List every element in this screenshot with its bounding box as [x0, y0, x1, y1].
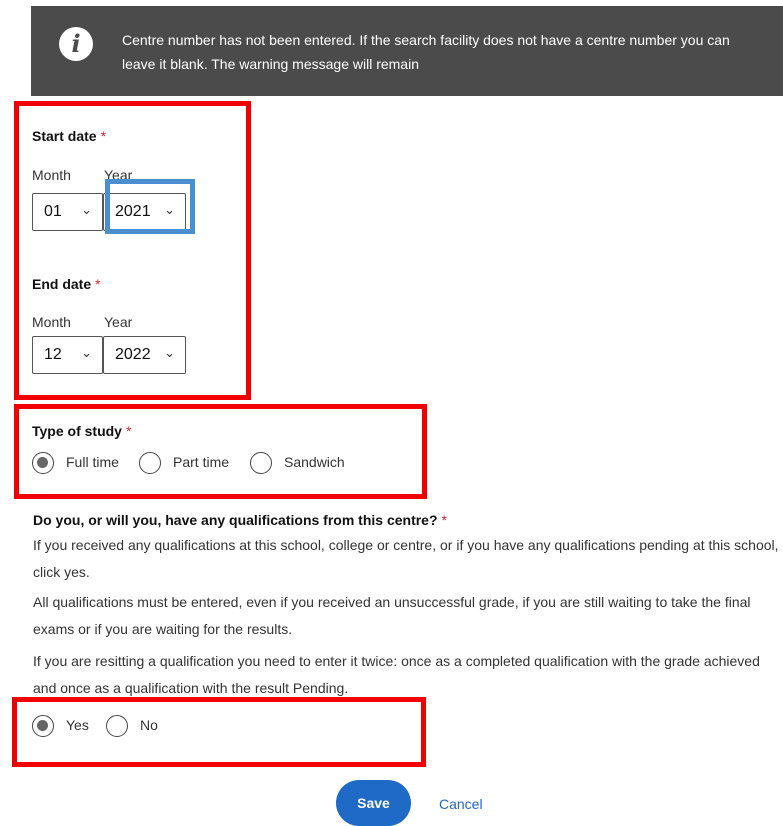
cancel-link[interactable]: Cancel [439, 796, 483, 812]
required-mark: * [125, 423, 132, 439]
start-year-label: Year [104, 167, 133, 183]
start-month-value: 01 [44, 203, 62, 220]
end-year-value: 2022 [115, 346, 151, 363]
start-year-select[interactable]: 2021 ⌄ [103, 193, 186, 231]
end-date-label-text: End date [32, 276, 92, 292]
end-year-label: Year [104, 314, 133, 330]
radio-sandwich-label: Sandwich [284, 454, 345, 470]
radio-sandwich[interactable] [250, 452, 272, 474]
chevron-down-icon: ⌄ [164, 202, 175, 217]
info-icon: i [59, 27, 93, 61]
start-month-select[interactable]: 01 ⌄ [32, 193, 103, 231]
required-mark: * [95, 276, 101, 292]
end-month-label: Month [32, 314, 71, 330]
required-mark: * [441, 512, 447, 528]
chevron-down-icon: ⌄ [81, 202, 92, 217]
start-date-label: Start date * [32, 128, 106, 144]
radio-full-time[interactable] [32, 452, 54, 474]
start-year-value: 2021 [115, 203, 151, 220]
qualifications-help-1: If you received any qualifications at th… [33, 537, 779, 580]
chevron-down-icon: ⌄ [81, 345, 92, 360]
end-date-label: End date * [32, 276, 101, 292]
qualifications-question-text: Do you, or will you, have any qualificat… [33, 512, 438, 528]
end-month-select[interactable]: 12 ⌄ [32, 336, 103, 374]
start-date-label-text: Start date [32, 128, 97, 144]
save-button[interactable]: Save [336, 780, 411, 826]
type-of-study-label: Type of study * [32, 423, 131, 439]
highlight-study-box [14, 404, 427, 499]
qualifications-question: Do you, or will you, have any qualificat… [33, 512, 447, 528]
start-month-label: Month [32, 167, 71, 183]
radio-no-label: No [140, 717, 158, 733]
radio-part-time[interactable] [139, 452, 161, 474]
banner-message: Centre number has not been entered. If t… [122, 32, 730, 72]
warning-banner: i Centre number has not been entered. If… [31, 6, 783, 96]
type-of-study-label-text: Type of study [32, 423, 122, 439]
radio-yes-label: Yes [66, 717, 89, 733]
radio-part-time-label: Part time [173, 454, 230, 470]
radio-full-time-label: Full time [66, 454, 119, 470]
required-mark: * [100, 128, 107, 144]
qualifications-help-3: If you are resitting a qualification you… [33, 653, 760, 696]
radio-yes[interactable] [32, 715, 54, 737]
end-month-value: 12 [44, 346, 62, 363]
chevron-down-icon: ⌄ [164, 345, 175, 360]
end-year-select[interactable]: 2022 ⌄ [103, 336, 186, 374]
radio-no[interactable] [106, 715, 128, 737]
qualifications-help-2: All qualifications must be entered, even… [33, 594, 751, 637]
